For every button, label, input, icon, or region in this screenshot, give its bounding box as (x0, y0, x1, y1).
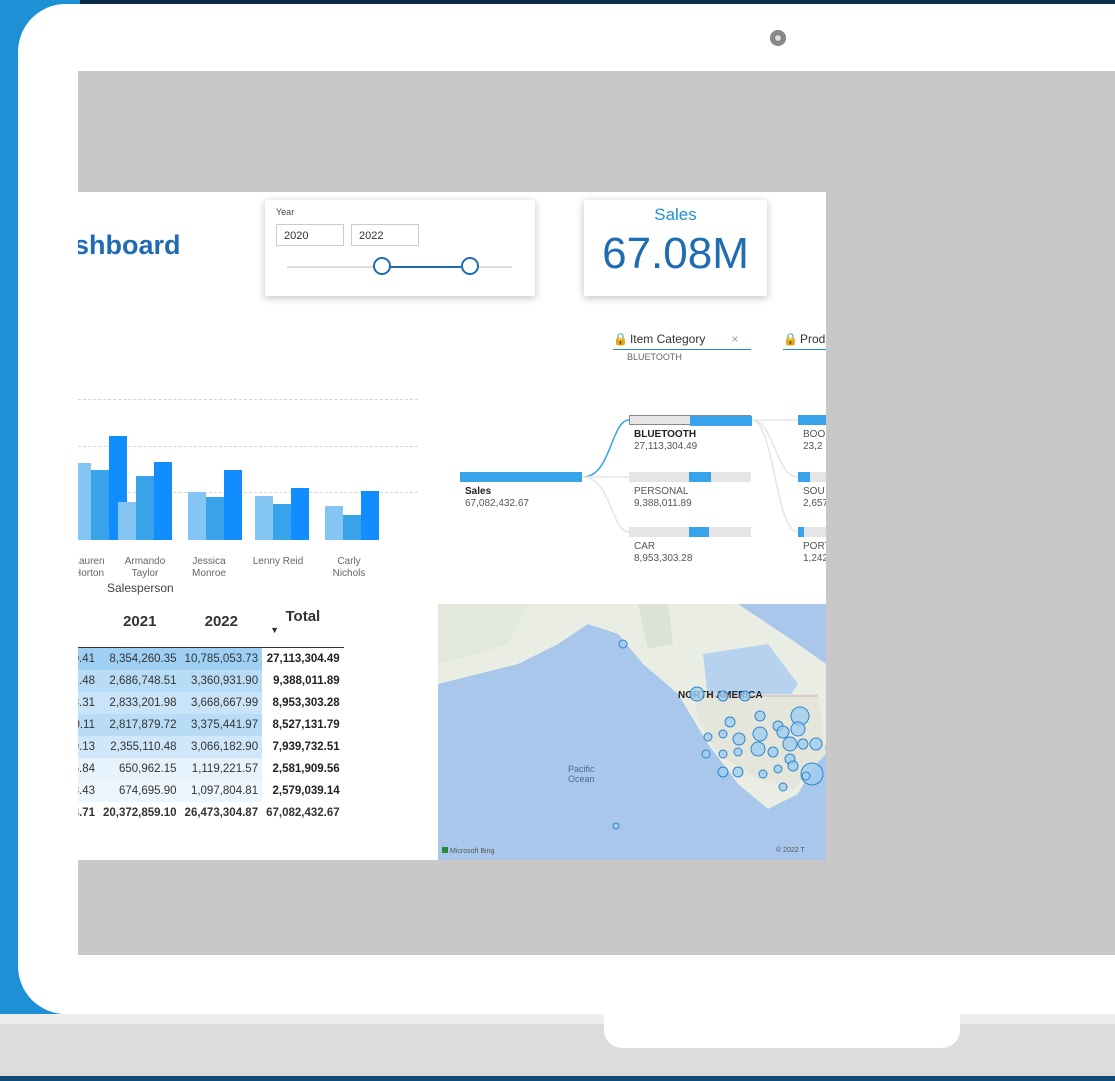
value-cell: 2,355,110.48 (99, 736, 181, 758)
decomp-node-bar[interactable] (798, 415, 826, 425)
sales-matrix: 020 2021 2022 Total▼ 3,990.418,354,260.3… (63, 602, 344, 824)
value-cell: 8,354,260.35 (99, 647, 181, 670)
screen-bezel-left (22, 4, 78, 1014)
laptop-trackpad-notch (604, 1014, 960, 1048)
grand-total-cell: 20,372,859.10 (103, 807, 177, 819)
value-cell: 3,066,182.90 (180, 736, 263, 758)
table-row[interactable]: 3,990.418,354,260.3510,785,053.7327,113,… (63, 647, 344, 670)
col-header-total[interactable]: Total ▼ (262, 602, 344, 648)
decomp-node-bar[interactable] (629, 527, 751, 537)
decomp-node-bar[interactable] (798, 472, 826, 482)
map-bubble[interactable] (724, 716, 736, 728)
decomp-node[interactable]: SOU 2,657 (803, 486, 826, 510)
map-bubbles (612, 639, 824, 830)
map-bubble[interactable] (752, 726, 768, 742)
map-bubble[interactable] (732, 732, 746, 746)
total-cell: 2,581,909.56 (272, 763, 340, 775)
value-cell: 1,097,804.81 (180, 780, 263, 802)
grand-total-cell: 26,473,304.87 (184, 807, 259, 819)
value-cell: 2,833,201.98 (99, 692, 181, 714)
map-bubble[interactable] (797, 738, 809, 750)
value-cell: 1,119,221.57 (180, 758, 263, 780)
value-cell: 650,962.15 (99, 758, 181, 780)
map-bubble[interactable] (754, 710, 766, 722)
value-cell: 2,686,748.51 (99, 670, 181, 692)
value-cell: 674,695.90 (99, 780, 181, 802)
map-bubble[interactable] (773, 764, 783, 774)
decomp-node[interactable]: BLUETOOTH 27,113,304.49 (634, 429, 697, 453)
map-bubble[interactable] (787, 760, 799, 772)
sales-map[interactable]: NORTH AMERICA PacificOcean Microsoft Bin… (438, 604, 826, 860)
table-row[interactable]: 0,331.482,686,748.513,360,931.909,388,01… (63, 670, 344, 692)
decomp-node[interactable]: PERSONAL 9,388,011.89 (634, 486, 692, 510)
col-header[interactable]: 2022 (180, 602, 263, 648)
value-cell: 10,785,053.73 (180, 647, 263, 670)
grand-total-row: ,268.7120,372,859.1026,473,304.8767,082,… (63, 802, 344, 824)
map-bubble[interactable] (612, 822, 620, 830)
total-cell: 27,113,304.49 (266, 653, 340, 665)
map-bubble[interactable] (776, 725, 790, 739)
decomp-node-bar[interactable] (629, 472, 751, 482)
map-bubble[interactable] (750, 741, 766, 757)
table-row[interactable]: 1,725.84650,962.151,119,221.572,581,909.… (63, 758, 344, 780)
map-bubble[interactable] (689, 686, 705, 702)
decomp-node[interactable]: PORT1,242 (803, 541, 826, 565)
laptop-base-shadow (0, 1076, 1115, 1081)
map-bubble[interactable] (790, 721, 806, 737)
total-cell: 9,388,011.89 (273, 675, 340, 687)
total-cell: 8,953,303.28 (272, 697, 340, 709)
map-bubble[interactable] (703, 732, 713, 742)
map-bubble[interactable] (809, 737, 823, 751)
dashboard-report: s Dashboard Year 2020 2022 Sales 67.08M … (63, 192, 826, 860)
map-bubble[interactable] (782, 736, 798, 752)
table-row[interactable]: 1,433.312,833,201.983,668,667.998,953,30… (63, 692, 344, 714)
map-bubble[interactable] (801, 771, 811, 781)
decomp-node[interactable]: CAR 8,953,303.28 (634, 541, 692, 565)
decomp-root: Sales 67,082,432.67 (465, 486, 529, 509)
value-cell: 3,668,667.99 (180, 692, 263, 714)
value-cell: 2,817,879.72 (99, 714, 181, 736)
map-bubble[interactable] (758, 769, 768, 779)
value-cell: 3,375,441.97 (180, 714, 263, 736)
map-bubble[interactable] (778, 782, 788, 792)
map-bubble[interactable] (767, 746, 779, 758)
total-cell: 7,939,732.51 (272, 741, 340, 753)
value-cell: 3,360,931.90 (180, 670, 263, 692)
table-row[interactable]: 3,810.112,817,879.723,375,441.978,527,13… (63, 714, 344, 736)
map-bubble[interactable] (701, 749, 711, 759)
decomp-node[interactable]: BOO 23,2 (803, 429, 825, 453)
grand-total-cell: 67,082,432.67 (266, 807, 340, 819)
map-bubble[interactable] (718, 749, 728, 759)
table-row[interactable]: 6,538.43674,695.901,097,804.812,579,039.… (63, 780, 344, 802)
laptop-screen: s Dashboard Year 2020 2022 Sales 67.08M … (18, 4, 1115, 1014)
decomp-root-bar[interactable] (460, 472, 582, 482)
map-bubble[interactable] (717, 766, 729, 778)
decomp-node-bar[interactable] (629, 415, 752, 426)
total-cell: 2,579,039.14 (272, 785, 340, 797)
map-bubble[interactable] (718, 729, 728, 739)
map-bubble[interactable] (618, 639, 628, 649)
map-bubble[interactable] (739, 690, 751, 702)
decomp-node-bar[interactable] (798, 527, 826, 537)
map-bubble[interactable] (733, 747, 743, 757)
webcam-icon (770, 30, 786, 46)
table-row[interactable]: 8,439.132,355,110.483,066,182.907,939,73… (63, 736, 344, 758)
map-bubble[interactable] (717, 690, 729, 702)
map-bubble[interactable] (732, 766, 744, 778)
total-cell: 8,527,131.79 (272, 719, 340, 731)
col-header[interactable]: 2021 (99, 602, 181, 648)
